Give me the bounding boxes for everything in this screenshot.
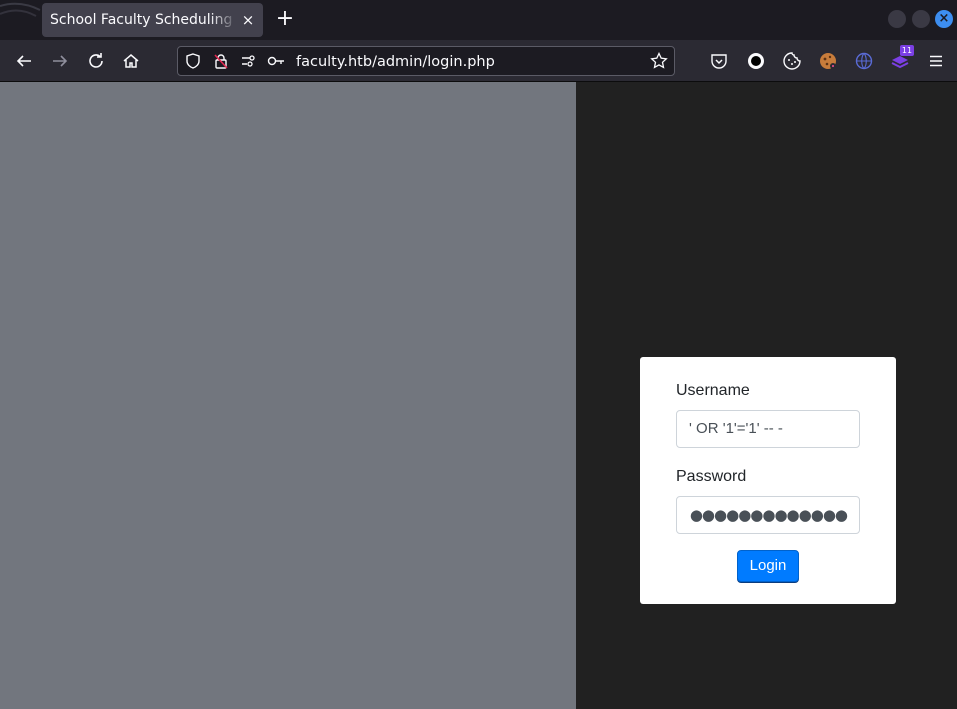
maximize-button[interactable] (912, 10, 930, 28)
globe-extension-icon[interactable] (852, 49, 876, 73)
tab-close-button[interactable]: × (239, 11, 257, 29)
reload-icon[interactable] (84, 49, 108, 73)
password-label: Password (676, 468, 747, 485)
username-value: ' OR '1'='1' -- - (689, 420, 783, 437)
password-field[interactable]: ●●●●●●●●●●●●● (676, 496, 860, 534)
forward-icon[interactable] (48, 49, 72, 73)
window-close-button[interactable]: × (935, 10, 953, 28)
url-text: faculty.htb/admin/login.php (296, 54, 495, 70)
hackbar-extension-icon[interactable]: 11 (888, 45, 914, 73)
username-label: Username (676, 382, 750, 399)
shield-icon[interactable] (184, 52, 202, 70)
login-card: Username ' OR '1'='1' -- - Password ●●●●… (640, 357, 896, 604)
password-value: ●●●●●●●●●●●●● (689, 506, 848, 524)
extension-badge: 11 (900, 45, 914, 56)
new-tab-button[interactable]: + (274, 8, 296, 30)
left-background-pane (0, 82, 576, 709)
insecure-lock-icon[interactable] (212, 52, 230, 70)
tab-title: School Faculty Scheduling System (50, 12, 238, 28)
tab-active[interactable]: School Faculty Scheduling System × (42, 3, 263, 37)
navigation-toolbar: faculty.htb/admin/login.php 11 (0, 40, 957, 82)
cookie-icon[interactable] (780, 49, 804, 73)
minimize-button[interactable] (888, 10, 906, 28)
theme-decoration (0, 0, 44, 40)
tab-strip: School Faculty Scheduling System × + × (0, 0, 957, 40)
username-field[interactable]: ' OR '1'='1' -- - (676, 410, 860, 448)
url-bar[interactable]: faculty.htb/admin/login.php (177, 46, 675, 76)
login-button[interactable]: Login (737, 550, 799, 582)
permissions-icon[interactable] (239, 52, 257, 70)
cookie-editor-icon[interactable] (816, 49, 840, 73)
home-icon[interactable] (119, 49, 143, 73)
menu-icon[interactable] (924, 49, 948, 73)
record-icon[interactable] (744, 49, 768, 73)
key-icon[interactable] (267, 52, 285, 70)
pocket-icon[interactable] (707, 49, 731, 73)
bookmark-star-icon[interactable] (650, 52, 668, 70)
back-icon[interactable] (12, 49, 36, 73)
